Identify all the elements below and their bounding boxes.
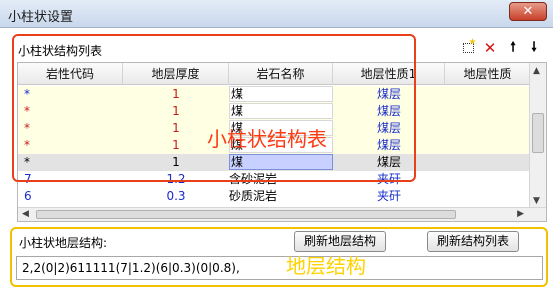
table-row[interactable]: 6 0.3 砂质泥岩 夹矸 — [18, 188, 530, 205]
column-header-nature[interactable]: 地层性质 — [445, 63, 530, 85]
horizontal-scrollbar[interactable]: ◀ ▶ — [18, 207, 546, 221]
annotation-label-layer-structure: 地层结构 — [286, 254, 366, 278]
annotation-box-red — [12, 34, 416, 182]
vertical-scrollbar[interactable]: ▲ ▼ — [529, 63, 546, 209]
title-bar: 小柱状设置 ✕ — [0, 0, 553, 28]
cell-code: 6 — [24, 189, 32, 203]
scroll-up-icon[interactable]: ▲ — [533, 66, 540, 76]
cell-thickness: 0.3 — [166, 189, 186, 203]
layer-structure-label: 小柱状地层结构: — [19, 236, 108, 250]
layer-structure-field[interactable]: 2,2(0|2)611111(7|1.2)(6|0.3)(0|0.8), — [16, 256, 543, 280]
cell-rock-name[interactable]: 砂质泥岩 — [229, 188, 333, 205]
move-up-icon[interactable]: 🠕 — [505, 40, 521, 56]
cell-nature: 夹矸 — [376, 189, 401, 203]
move-down-icon[interactable]: 🠗 — [526, 40, 542, 56]
delete-icon[interactable]: ✕ — [482, 40, 498, 56]
new-item-icon[interactable] — [461, 38, 477, 56]
refresh-layer-structure-button[interactable]: 刷新地层结构 — [294, 231, 386, 252]
refresh-structure-list-button[interactable]: 刷新结构列表 — [427, 231, 519, 252]
scroll-right-icon[interactable]: ▶ — [517, 209, 524, 219]
vertical-scroll-thumb[interactable] — [532, 113, 544, 153]
window-title: 小柱状设置 — [8, 10, 74, 25]
scroll-down-icon[interactable]: ▼ — [533, 196, 540, 206]
horizontal-scroll-thumb[interactable] — [36, 210, 456, 219]
scroll-left-icon[interactable]: ◀ — [22, 209, 29, 219]
close-button[interactable]: ✕ — [509, 2, 547, 21]
annotation-label-structure-table: 小柱状结构表 — [207, 127, 327, 151]
